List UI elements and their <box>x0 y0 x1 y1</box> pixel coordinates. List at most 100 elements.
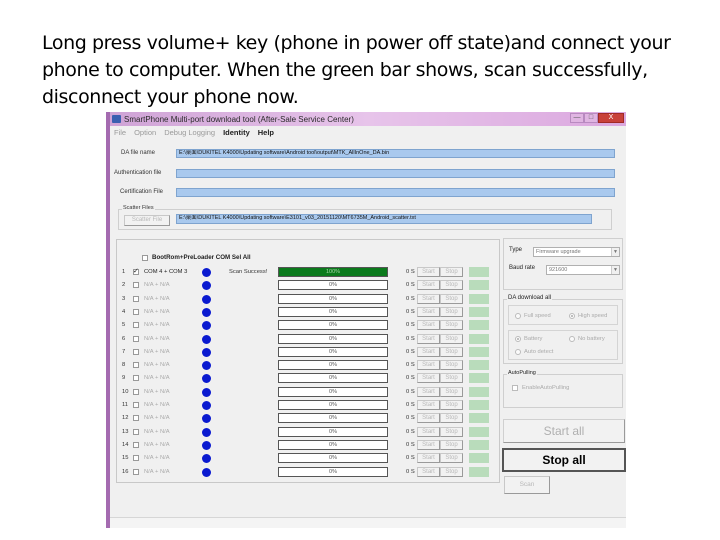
menu-option[interactable]: Option <box>134 128 156 137</box>
menu-file[interactable]: File <box>114 128 126 137</box>
checkbox-icon <box>133 362 139 369</box>
status-bar <box>110 517 626 528</box>
progress-text: 0% <box>329 282 337 289</box>
port-row: 11 N/A + N/A 0% 0 S Start Stop <box>117 399 501 412</box>
port-stop-button[interactable]: Stop <box>440 360 463 371</box>
port-start-button[interactable]: Start <box>417 267 440 277</box>
port-start-button[interactable]: Start <box>417 333 440 344</box>
port-checkbox[interactable] <box>133 455 143 463</box>
port-stop-button[interactable]: Stop <box>440 293 463 304</box>
progress-text: 0% <box>329 375 337 382</box>
close-icon[interactable]: X <box>598 113 624 123</box>
port-stop-button[interactable]: Stop <box>440 346 463 357</box>
port-start-button[interactable]: Start <box>417 320 440 331</box>
status-dot-icon <box>202 414 211 424</box>
port-number: 14 <box>122 441 129 448</box>
port-start-button[interactable]: Start <box>417 306 440 317</box>
port-stop-button[interactable]: Stop <box>440 320 463 331</box>
port-checkbox[interactable] <box>133 348 143 357</box>
port-stop-button[interactable]: Stop <box>440 400 463 410</box>
high-speed-radio[interactable]: High speed <box>569 313 607 319</box>
progress-bar: 0% <box>278 346 388 357</box>
port-checkbox[interactable] <box>133 267 143 277</box>
progress-text: 0% <box>329 441 337 448</box>
port-start-button[interactable]: Start <box>417 293 440 304</box>
port-start-button[interactable]: Start <box>417 346 440 357</box>
minimize-icon[interactable]: — <box>570 113 584 123</box>
com-port-label: N/A + N/A <box>144 415 170 422</box>
checkbox-icon <box>133 295 139 302</box>
port-start-button[interactable]: Start <box>417 280 440 291</box>
port-start-button[interactable]: Start <box>417 413 440 424</box>
scan-button[interactable]: Scan <box>504 476 550 494</box>
port-checkbox[interactable] <box>133 335 143 344</box>
elapsed-time: 0 S <box>406 428 415 435</box>
battery-radio[interactable]: Battery <box>515 336 542 342</box>
port-checkbox[interactable] <box>133 308 143 317</box>
auto-detect-radio[interactable]: Auto detect <box>515 349 553 355</box>
port-stop-button[interactable]: Stop <box>440 426 463 437</box>
port-row: 15 N/A + N/A 0% 0 S Start Stop <box>117 452 501 465</box>
port-checkbox[interactable] <box>133 388 143 397</box>
port-stop-button[interactable]: Stop <box>440 466 463 477</box>
progress-text: 0% <box>329 362 337 369</box>
port-start-button[interactable]: Start <box>417 360 440 371</box>
full-speed-radio[interactable]: Full speed <box>515 313 551 319</box>
port-start-button[interactable]: Start <box>417 453 440 464</box>
select-all-checkbox[interactable]: BootRom+PreLoader COM Sel All <box>142 254 251 261</box>
port-start-button[interactable]: Start <box>417 373 440 384</box>
port-checkbox[interactable] <box>133 295 143 304</box>
scatter-file-button[interactable]: Scatter File <box>124 215 170 226</box>
port-checkbox[interactable] <box>133 375 143 383</box>
radio-icon <box>515 349 521 355</box>
menu-help[interactable]: Help <box>258 128 274 137</box>
port-stop-button[interactable]: Stop <box>440 373 463 384</box>
enable-autopulling-checkbox[interactable]: EnableAutoPulling <box>512 385 569 391</box>
auth-file-field[interactable] <box>176 169 615 178</box>
port-stop-button[interactable]: Stop <box>440 413 463 424</box>
port-stop-button[interactable]: Stop <box>440 333 463 344</box>
status-dot-icon <box>202 281 211 291</box>
progress-text: 0% <box>329 428 337 435</box>
type-value: Firmware upgrade <box>536 249 581 255</box>
port-indicator <box>469 333 489 344</box>
scatter-files-legend: Scatter Files <box>122 205 155 211</box>
port-indicator <box>469 453 489 464</box>
checkbox-icon <box>133 348 139 355</box>
port-start-button[interactable]: Start <box>417 439 440 450</box>
port-checkbox[interactable] <box>133 428 143 437</box>
start-all-button[interactable]: Start all <box>503 419 625 443</box>
da-file-field[interactable]: E:\桌面\DUKITEL K4000\Updating software\An… <box>176 149 615 158</box>
maximize-icon[interactable]: □ <box>584 113 598 123</box>
port-checkbox[interactable] <box>133 282 143 290</box>
port-stop-button[interactable]: Stop <box>440 306 463 317</box>
menu-identity[interactable]: Identity <box>223 128 250 137</box>
stop-all-button[interactable]: Stop all <box>502 448 626 472</box>
port-stop-button[interactable]: Stop <box>440 386 463 397</box>
baud-rate-select[interactable]: 921600 ▼ <box>546 265 620 275</box>
port-stop-button[interactable]: Stop <box>440 267 463 277</box>
port-checkbox[interactable] <box>133 402 143 410</box>
port-stop-button[interactable]: Stop <box>440 280 463 291</box>
port-stop-button[interactable]: Stop <box>440 453 463 464</box>
port-checkbox[interactable] <box>133 362 143 370</box>
battery-box: Battery No battery Auto detect <box>508 330 618 360</box>
com-port-label: N/A + N/A <box>144 295 170 302</box>
scatter-file-field[interactable]: E:\桌面\DUKITEL K4000\Updating software\E3… <box>176 214 592 224</box>
port-start-button[interactable]: Start <box>417 426 440 437</box>
type-select[interactable]: Firmware upgrade ▼ <box>533 247 620 257</box>
port-checkbox[interactable] <box>133 415 143 423</box>
menu-debug-logging[interactable]: Debug Logging <box>164 128 215 137</box>
cert-file-field[interactable] <box>176 188 615 197</box>
com-port-label: N/A + N/A <box>144 335 170 342</box>
port-start-button[interactable]: Start <box>417 400 440 410</box>
port-checkbox[interactable] <box>133 468 143 477</box>
port-start-button[interactable]: Start <box>417 466 440 477</box>
port-start-button[interactable]: Start <box>417 386 440 397</box>
port-checkbox[interactable] <box>133 322 143 330</box>
port-checkbox[interactable] <box>133 441 143 450</box>
type-baud-group: Type Firmware upgrade ▼ Baud rate 921600… <box>503 238 623 290</box>
progress-text: 0% <box>329 388 337 395</box>
no-battery-radio[interactable]: No battery <box>569 336 605 342</box>
port-stop-button[interactable]: Stop <box>440 439 463 450</box>
